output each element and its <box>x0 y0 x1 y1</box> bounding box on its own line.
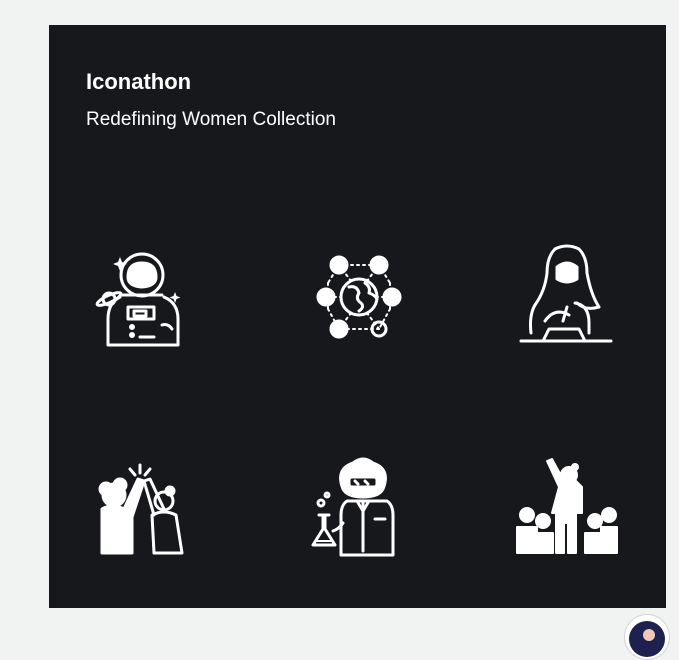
leader-crowd-icon <box>505 445 625 565</box>
collection-subtitle: Redefining Women Collection <box>86 109 336 130</box>
hijab-woman-writing-icon <box>505 237 625 357</box>
avatar[interactable] <box>624 614 670 660</box>
global-network-icon <box>299 237 419 357</box>
collection-card[interactable]: Iconathon Redefining Women Collection <box>49 25 666 608</box>
high-five-icon <box>80 445 200 565</box>
scientist-icon <box>299 445 419 565</box>
astronaut-icon <box>80 237 200 357</box>
collection-title: Iconathon <box>86 69 192 94</box>
